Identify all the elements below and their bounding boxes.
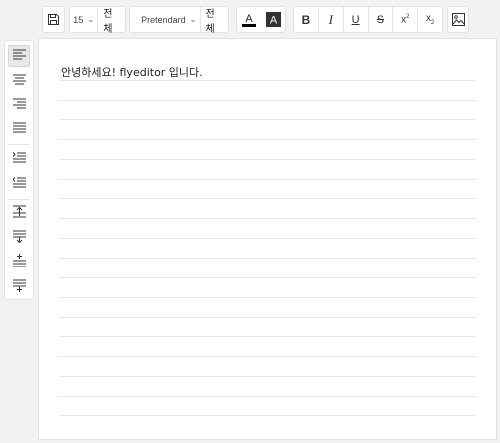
subscript-icon: x2	[425, 13, 435, 26]
format-group: B I U S x2 x2	[293, 6, 443, 33]
indent-button[interactable]	[8, 148, 30, 170]
spacing-increase-button[interactable]	[8, 252, 30, 274]
superscript-button[interactable]: x2	[393, 7, 417, 32]
align-center-button[interactable]	[8, 70, 30, 92]
align-right-icon	[12, 96, 26, 114]
align-left-icon	[12, 47, 26, 65]
save-button[interactable]	[43, 7, 64, 32]
background-color-icon: A	[265, 12, 281, 27]
line-divider	[59, 80, 476, 81]
align-justify-button[interactable]	[8, 118, 30, 140]
indent-icon	[12, 150, 26, 168]
line-height-decrease-button[interactable]	[8, 228, 30, 250]
font-family-select[interactable]: Pretendard ⌄	[130, 7, 200, 32]
italic-icon: I	[328, 11, 333, 27]
image-group	[447, 6, 469, 33]
line-height-increase-button[interactable]	[8, 203, 30, 225]
align-right-button[interactable]	[8, 94, 30, 116]
svg-text:A: A	[269, 15, 277, 27]
line-height-down-icon	[12, 230, 26, 248]
align-left-button[interactable]	[8, 45, 30, 67]
paragraph-sidebar	[4, 40, 34, 300]
chevron-down-icon: ⌄	[189, 15, 197, 24]
line-height-up-icon	[12, 205, 26, 223]
outdent-button[interactable]	[8, 173, 30, 195]
align-center-icon	[12, 72, 26, 90]
font-family-group: Pretendard ⌄ 전체	[129, 6, 229, 35]
text-color-button[interactable]: A	[237, 7, 261, 32]
background-color-button[interactable]: A	[261, 7, 285, 32]
underline-button[interactable]: U	[344, 7, 368, 32]
svg-text:A: A	[245, 13, 253, 25]
insert-image-button[interactable]	[448, 7, 468, 32]
font-family-apply-all-button[interactable]: 전체	[200, 7, 228, 35]
save-group	[42, 6, 65, 33]
font-size-value: 15	[73, 14, 84, 25]
toolbar: 15 ⌄ 전체 Pretendard ⌄ 전체 A A B I U S x2 x…	[38, 3, 497, 36]
font-family-value: Pretendard	[141, 14, 186, 25]
chevron-down-icon: ⌄	[87, 15, 95, 24]
superscript-icon: x2	[401, 13, 410, 26]
image-icon	[451, 13, 465, 26]
color-group: A A	[236, 6, 286, 33]
outdent-icon	[11, 175, 26, 193]
text-color-icon: A	[241, 11, 257, 28]
font-size-select[interactable]: 15 ⌄	[70, 7, 97, 32]
spacing-decrease-icon	[12, 279, 26, 297]
spacing-decrease-button[interactable]	[8, 277, 30, 299]
bold-icon: B	[301, 12, 311, 27]
editor-area[interactable]: 안녕하세요! flyeditor 입니다.	[38, 38, 497, 440]
bold-button[interactable]: B	[294, 7, 318, 32]
editor-line-1[interactable]: 안녕하세요! flyeditor 입니다.	[61, 64, 203, 80]
italic-button[interactable]: I	[319, 7, 343, 32]
underline-icon: U	[351, 13, 360, 26]
save-icon	[47, 13, 60, 26]
font-size-apply-all-button[interactable]: 전체	[98, 7, 125, 35]
strikethrough-icon: S	[376, 13, 385, 26]
strikethrough-button[interactable]: S	[369, 7, 393, 32]
subscript-button[interactable]: x2	[418, 7, 442, 32]
spacing-increase-icon	[12, 254, 26, 272]
font-size-group: 15 ⌄ 전체	[69, 6, 126, 35]
align-justify-icon	[12, 120, 26, 138]
